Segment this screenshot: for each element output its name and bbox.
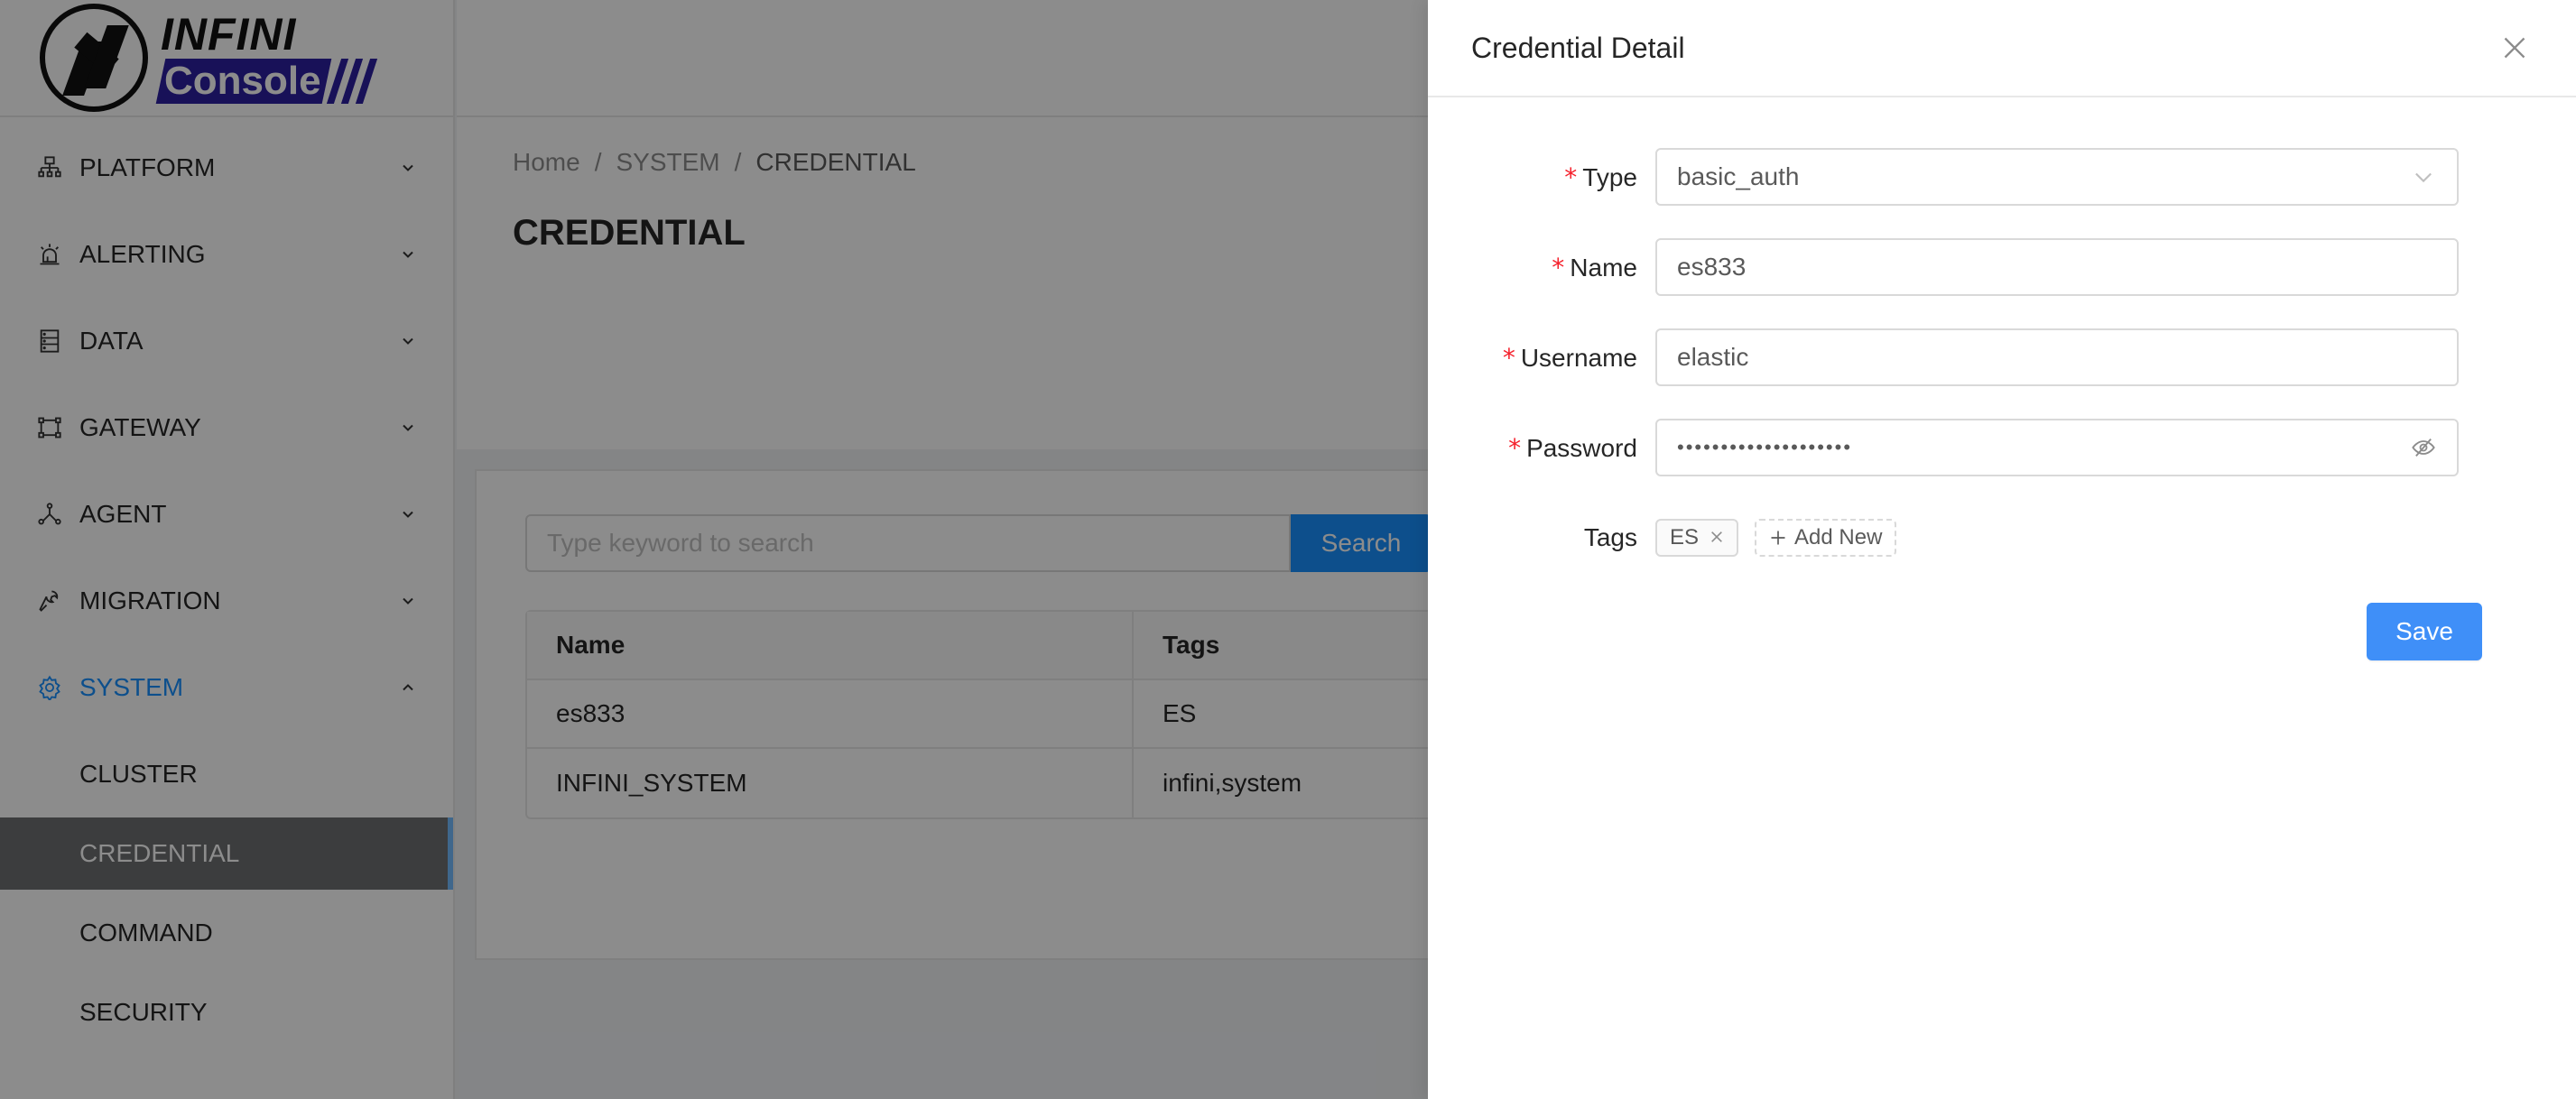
drawer-header: Credential Detail xyxy=(1428,0,2576,97)
form-row-tags: Tags ES Add New xyxy=(1428,509,2576,567)
close-icon xyxy=(2504,37,2525,59)
username-input[interactable]: elastic xyxy=(1655,328,2459,386)
password-input[interactable]: •••••••••••••••••••• xyxy=(1655,419,2459,476)
type-select-value: basic_auth xyxy=(1677,162,1800,190)
drawer-title: Credential Detail xyxy=(1471,31,1685,64)
type-label: * Type xyxy=(1564,162,1637,192)
save-button[interactable]: Save xyxy=(2367,603,2482,660)
required-marker: * xyxy=(1564,162,1578,192)
close-icon xyxy=(1711,531,1722,542)
form-row-password: * Password •••••••••••••••••••• xyxy=(1428,419,2576,476)
name-input[interactable]: es833 xyxy=(1655,238,2459,296)
add-tag-button[interactable]: Add New xyxy=(1755,519,1897,557)
form-row-type: * Type basic_auth xyxy=(1428,148,2576,206)
required-marker: * xyxy=(1508,432,1522,463)
tag-remove-button[interactable] xyxy=(1710,525,1724,550)
tag-label: ES xyxy=(1670,525,1700,550)
required-marker: * xyxy=(1502,342,1515,373)
tags-label: Tags xyxy=(1583,523,1637,551)
form-row-username: * Username elastic xyxy=(1428,328,2576,386)
add-tag-label: Add New xyxy=(1794,525,1883,550)
username-label: * Username xyxy=(1502,342,1637,373)
name-label: * Name xyxy=(1552,252,1637,282)
credential-form: * Type basic_auth * Name es833 * Username e… xyxy=(1428,148,2576,599)
password-label: * Password xyxy=(1508,432,1637,463)
credential-detail-drawer: Credential Detail * Type basic_auth * Name… xyxy=(1428,0,2576,1099)
type-select[interactable]: basic_auth xyxy=(1655,148,2459,206)
close-button[interactable] xyxy=(2497,30,2533,66)
plus-icon xyxy=(1771,531,1785,545)
password-input-value: •••••••••••••••••••• xyxy=(1677,436,1853,458)
name-input-value: es833 xyxy=(1677,253,1747,281)
required-marker: * xyxy=(1552,252,1565,282)
tags-list: ES Add New xyxy=(1655,519,1897,557)
form-row-name: * Name es833 xyxy=(1428,238,2576,296)
username-input-value: elastic xyxy=(1677,343,1749,371)
chevron-down-icon xyxy=(2410,163,2437,190)
tag-chip: ES xyxy=(1655,519,1739,557)
eye-invisible-icon[interactable] xyxy=(2410,434,2437,461)
